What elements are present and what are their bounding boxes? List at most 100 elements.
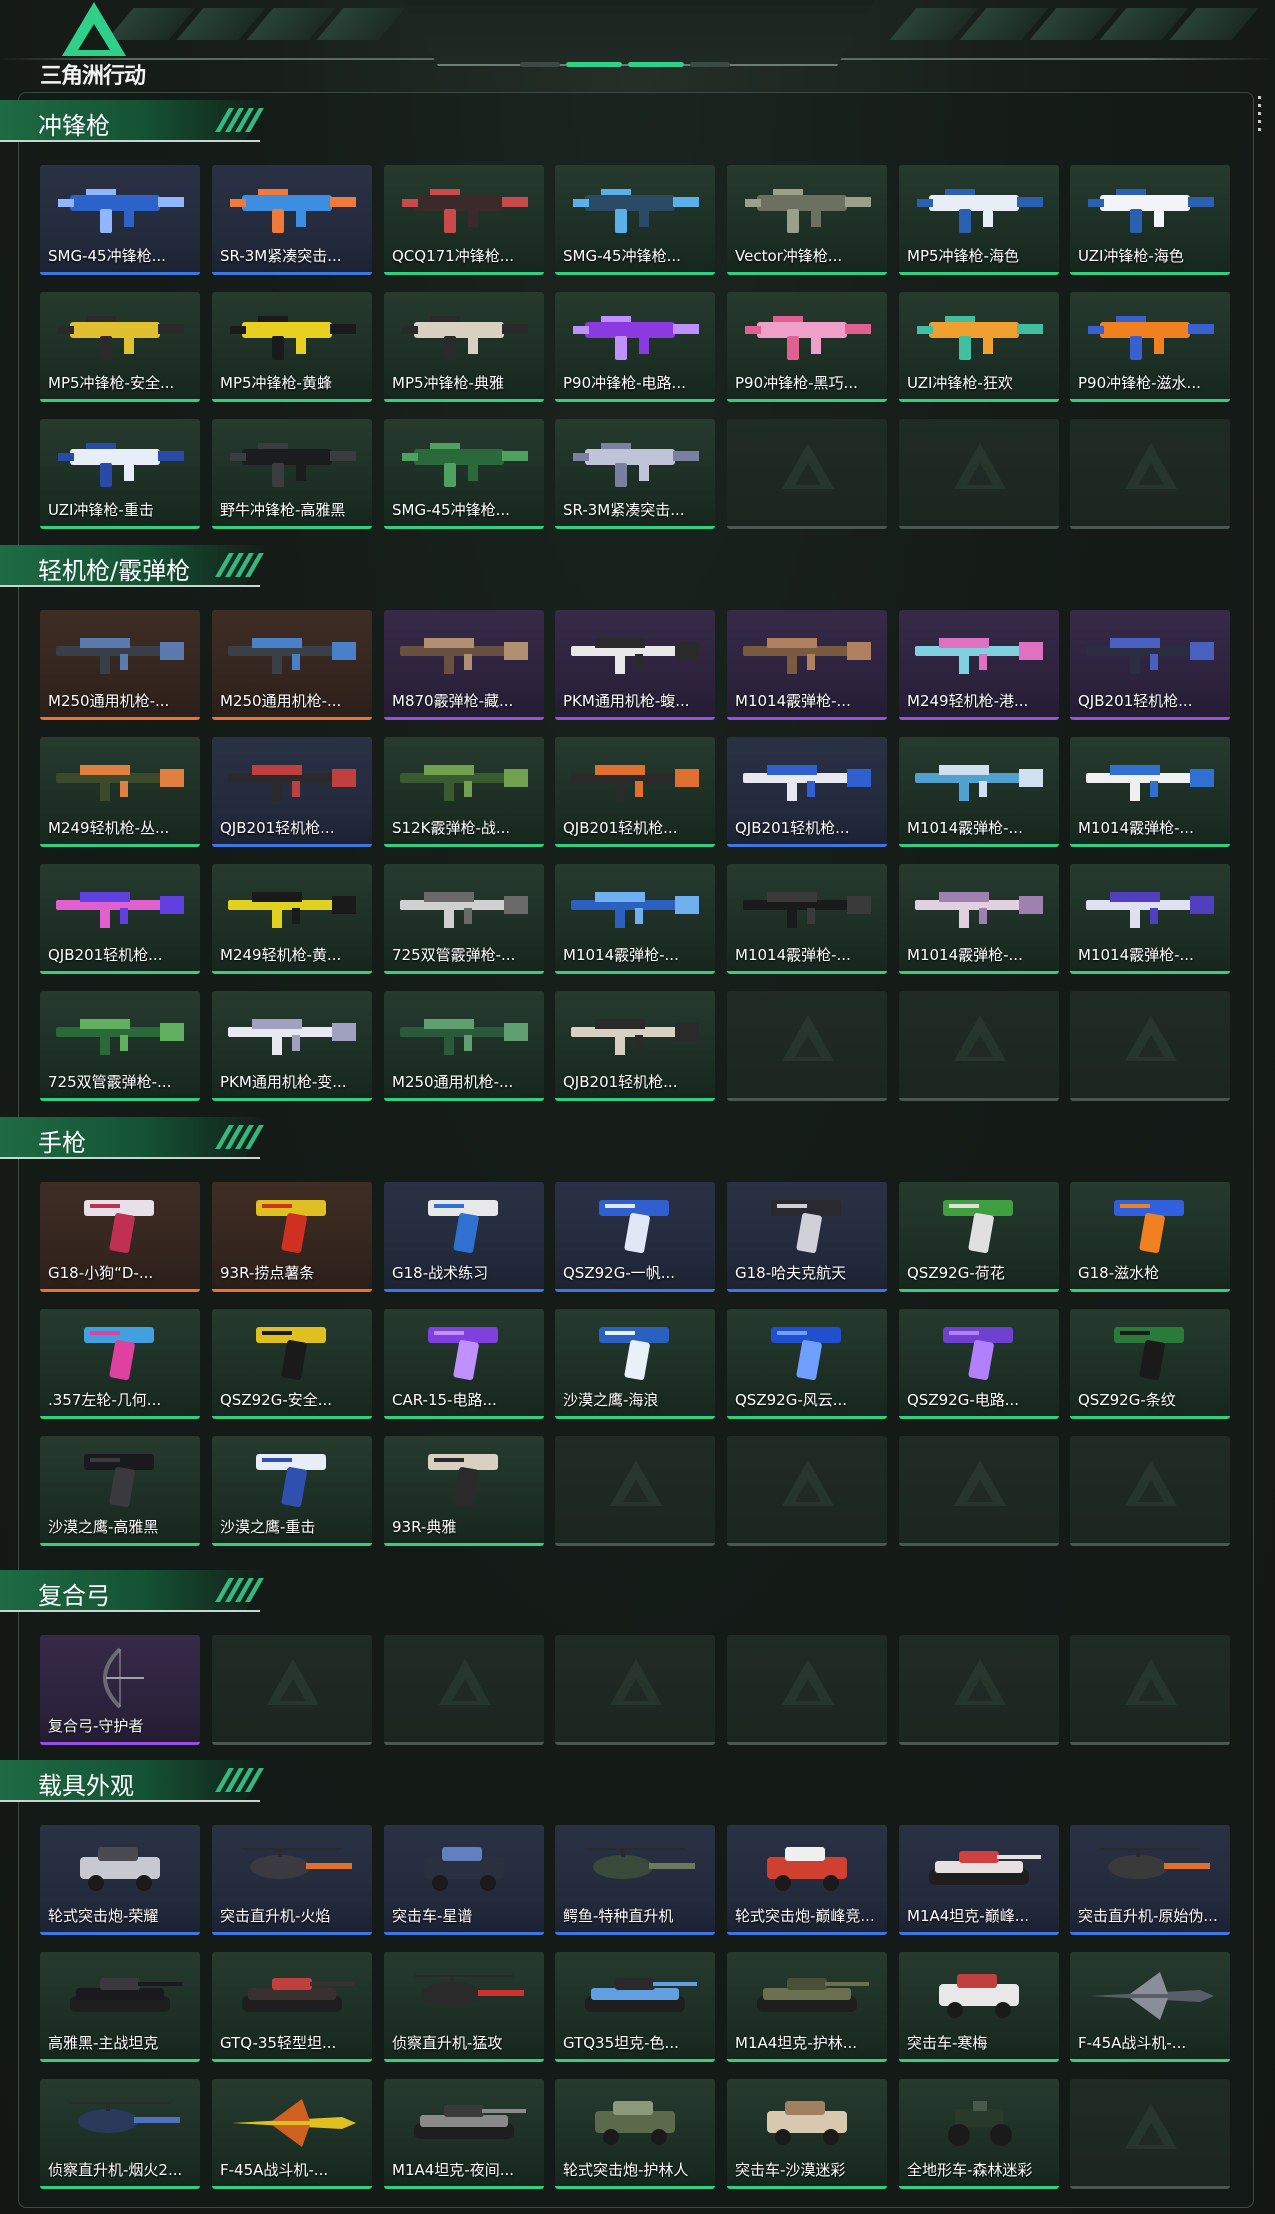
item-card[interactable]: GTQ-35轻型坦...: [212, 1952, 372, 2062]
item-card[interactable]: QJB201轻机枪...: [40, 864, 200, 974]
item-card[interactable]: UZI冲锋枪-狂欢: [899, 292, 1059, 402]
item-card[interactable]: .357左轮-几何...: [40, 1309, 200, 1419]
item-card[interactable]: Vector冲锋枪...: [727, 165, 887, 275]
item-card[interactable]: M250通用机枪-...: [40, 610, 200, 720]
item-card[interactable]: QSZ92G-一帆...: [555, 1182, 715, 1292]
item-card[interactable]: 突击车-寒梅: [899, 1952, 1059, 2062]
item-card[interactable]: SR-3M紧凑突击...: [212, 165, 372, 275]
item-card[interactable]: 突击直升机-火焰: [212, 1825, 372, 1935]
item-card[interactable]: 沙漠之鹰-重击: [212, 1436, 372, 1546]
item-card[interactable]: M250通用机枪-...: [384, 991, 544, 1101]
item-card[interactable]: M1A4坦克-夜间...: [384, 2079, 544, 2189]
item-card[interactable]: 突击车-星谱: [384, 1825, 544, 1935]
item-card[interactable]: 725双管霰弹枪-...: [384, 864, 544, 974]
item-card[interactable]: 轮式突击炮-荣耀: [40, 1825, 200, 1935]
item-card[interactable]: UZI冲锋枪-海色: [1070, 165, 1230, 275]
item-card[interactable]: M1014霰弹枪-...: [727, 610, 887, 720]
item-card[interactable]: QJB201轻机枪...: [555, 991, 715, 1101]
item-name: 725双管霰弹枪-...: [392, 946, 516, 964]
item-card[interactable]: 突击直升机-原始伪...: [1070, 1825, 1230, 1935]
item-card[interactable]: SR-3M紧凑突击...: [555, 419, 715, 529]
item-card[interactable]: 725双管霰弹枪-...: [40, 991, 200, 1101]
item-name: M870霰弹枪-藏...: [392, 692, 514, 710]
item-card[interactable]: F-45A战斗机-...: [1070, 1952, 1230, 2062]
item-card[interactable]: QJB201轻机枪...: [555, 737, 715, 847]
item-card[interactable]: SMG-45冲锋枪...: [40, 165, 200, 275]
item-card[interactable]: PKM通用机枪-变...: [212, 991, 372, 1101]
item-card[interactable]: G18-滋水枪: [1070, 1182, 1230, 1292]
item-card[interactable]: QCQ171冲锋枪...: [384, 165, 544, 275]
item-card[interactable]: M1014霰弹枪-...: [899, 864, 1059, 974]
item-card[interactable]: G18-小狗“D-...: [40, 1182, 200, 1292]
item-card[interactable]: M1A4坦克-巅峰...: [899, 1825, 1059, 1935]
item-card[interactable]: P90冲锋枪-滋水...: [1070, 292, 1230, 402]
empty-slot: [727, 1436, 887, 1546]
item-card[interactable]: M249轻机枪-港...: [899, 610, 1059, 720]
item-card[interactable]: 侦察直升机-猛攻: [384, 1952, 544, 2062]
item-card[interactable]: SMG-45冲锋枪...: [384, 419, 544, 529]
item-name: M1A4坦克-夜间...: [392, 2161, 515, 2179]
item-card[interactable]: F-45A战斗机-...: [212, 2079, 372, 2189]
item-card[interactable]: G18-战术练习: [384, 1182, 544, 1292]
item-card[interactable]: M1A4坦克-护林...: [727, 1952, 887, 2062]
item-card[interactable]: P90冲锋枪-电路...: [555, 292, 715, 402]
item-card[interactable]: M1014霰弹枪-...: [1070, 864, 1230, 974]
item-card[interactable]: M1014霰弹枪-...: [555, 864, 715, 974]
section-decoration: [215, 553, 264, 577]
item-card[interactable]: M249轻机枪-黄...: [212, 864, 372, 974]
item-card[interactable]: 沙漠之鹰-海浪: [555, 1309, 715, 1419]
item-card[interactable]: 侦察直升机-烟火2...: [40, 2079, 200, 2189]
item-card[interactable]: SMG-45冲锋枪...: [555, 165, 715, 275]
item-card[interactable]: 突击车-沙漠迷彩: [727, 2079, 887, 2189]
item-card[interactable]: M1014霰弹枪-...: [899, 737, 1059, 847]
item-card[interactable]: QJB201轻机枪...: [727, 737, 887, 847]
item-card[interactable]: S12K霰弹枪-战...: [384, 737, 544, 847]
item-card[interactable]: M250通用机枪-...: [212, 610, 372, 720]
item-card[interactable]: QSZ92G-电路...: [899, 1309, 1059, 1419]
item-card[interactable]: QSZ92G-风云...: [727, 1309, 887, 1419]
item-card[interactable]: MP5冲锋枪-典雅: [384, 292, 544, 402]
item-card[interactable]: M870霰弹枪-藏...: [384, 610, 544, 720]
item-card[interactable]: 复合弓-守护者: [40, 1635, 200, 1745]
item-name: 全地形车-森林迷彩: [907, 2161, 1033, 2179]
item-card[interactable]: QSZ92G-条纹: [1070, 1309, 1230, 1419]
item-card[interactable]: QSZ92G-荷花: [899, 1182, 1059, 1292]
item-card[interactable]: 鳄鱼-特种直升机: [555, 1825, 715, 1935]
item-card[interactable]: M1014霰弹枪-...: [1070, 737, 1230, 847]
empty-slot: [384, 1635, 544, 1745]
item-card[interactable]: UZI冲锋枪-重击: [40, 419, 200, 529]
section-header: 复合弓: [0, 1570, 275, 1614]
scrollbar-indicator[interactable]: [1258, 96, 1261, 131]
item-name: MP5冲锋枪-安全...: [48, 374, 175, 392]
item-card[interactable]: PKM通用机枪-蝮...: [555, 610, 715, 720]
empty-slot: [1070, 419, 1230, 529]
item-card[interactable]: 野牛冲锋枪-高雅黑: [212, 419, 372, 529]
item-card[interactable]: QJB201轻机枪...: [1070, 610, 1230, 720]
item-card[interactable]: 轮式突击炮-护林人: [555, 2079, 715, 2189]
item-card[interactable]: QSZ92G-安全...: [212, 1309, 372, 1419]
item-card[interactable]: M249轻机枪-丛...: [40, 737, 200, 847]
item-name: UZI冲锋枪-重击: [48, 501, 154, 519]
item-card[interactable]: 93R-典雅: [384, 1436, 544, 1546]
item-card[interactable]: QJB201轻机枪...: [212, 737, 372, 847]
item-card[interactable]: 高雅黑-主战坦克: [40, 1952, 200, 2062]
item-card[interactable]: 93R-捞点薯条: [212, 1182, 372, 1292]
item-name: SR-3M紧凑突击...: [563, 501, 685, 519]
item-card[interactable]: CAR-15-电路...: [384, 1309, 544, 1419]
item-card[interactable]: 轮式突击炮-巅峰竞...: [727, 1825, 887, 1935]
item-card[interactable]: MP5冲锋枪-黄蜂: [212, 292, 372, 402]
section-title: 冲锋枪: [38, 112, 110, 140]
item-card[interactable]: GTQ35坦克-色...: [555, 1952, 715, 2062]
item-card[interactable]: G18-哈夫克航天: [727, 1182, 887, 1292]
item-card[interactable]: P90冲锋枪-黑巧...: [727, 292, 887, 402]
item-card[interactable]: MP5冲锋枪-安全...: [40, 292, 200, 402]
item-name: 高雅黑-主战坦克: [48, 2034, 159, 2052]
section-title: 复合弓: [38, 1582, 110, 1610]
item-name: CAR-15-电路...: [392, 1391, 497, 1409]
item-card[interactable]: MP5冲锋枪-海色: [899, 165, 1059, 275]
item-card[interactable]: 沙漠之鹰-高雅黑: [40, 1436, 200, 1546]
empty-slot: [727, 991, 887, 1101]
item-card[interactable]: 全地形车-森林迷彩: [899, 2079, 1059, 2189]
item-name: UZI冲锋枪-海色: [1078, 247, 1184, 265]
item-card[interactable]: M1014霰弹枪-...: [727, 864, 887, 974]
